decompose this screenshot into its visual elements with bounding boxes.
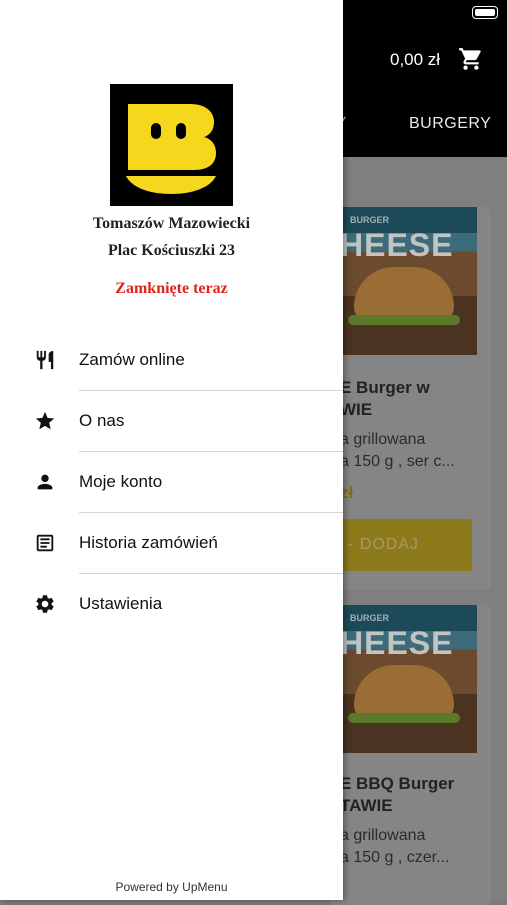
menu-item-my-account[interactable]: Moje konto <box>0 452 343 512</box>
menu-item-settings[interactable]: Ustawienia <box>0 574 343 634</box>
product-image: BURGER HEESE <box>340 207 477 355</box>
fork-knife-icon <box>36 350 54 370</box>
cart-total[interactable]: 0,00 zł <box>390 50 440 70</box>
image-word: HEESE <box>340 227 454 263</box>
product-image: BURGER HEESE <box>340 605 477 753</box>
product-title: E Burger w WIE <box>340 378 430 419</box>
gear-icon <box>36 595 54 613</box>
image-word: HEESE <box>340 625 454 661</box>
menu-label: Zamów online <box>79 350 185 369</box>
cart-icon[interactable] <box>458 46 484 72</box>
menu-label: Ustawienia <box>79 594 163 613</box>
powered-by[interactable]: Powered by UpMenu <box>0 880 343 894</box>
restaurant-city: Tomaszów Mazowiecki <box>92 215 251 232</box>
product-card[interactable]: BURGER HEESE E BBQ Burger TAWIE a grillo… <box>330 605 491 905</box>
lettuce-illustration <box>348 713 460 723</box>
product-description: a grillowana a 150 g , czer... <box>340 827 450 866</box>
product-card[interactable]: BURGER HEESE E Burger w WIE a grillowana… <box>330 207 491 590</box>
navigation-drawer: Tomaszów Mazowiecki Plac Kościuszki 23 Z… <box>0 0 343 900</box>
menu-label: Historia zamówień <box>79 533 218 552</box>
restaurant-address: Plac Kościuszki 23 <box>107 242 236 259</box>
tab-category-burgery[interactable]: BURGERY <box>409 115 491 133</box>
menu-label: O nas <box>79 411 125 430</box>
menu-item-about[interactable]: O nas <box>0 391 343 451</box>
add-to-cart-button[interactable]: - DODAJ <box>340 519 472 571</box>
menu-item-order-online[interactable]: Zamów online <box>0 330 343 390</box>
product-description: a grillowana a 150 g , ser c... <box>340 431 455 470</box>
lettuce-illustration <box>348 315 460 325</box>
restaurant-logo <box>110 84 233 206</box>
menu-item-order-history[interactable]: Historia zamówień <box>0 513 343 573</box>
opening-status: Zamknięte teraz <box>115 280 228 297</box>
battery-icon <box>472 6 498 19</box>
menu-label: Moje konto <box>79 472 163 491</box>
product-title: E BBQ Burger TAWIE <box>340 774 455 815</box>
person-icon <box>37 474 53 490</box>
receipt-icon <box>36 534 54 552</box>
star-icon <box>35 411 55 430</box>
